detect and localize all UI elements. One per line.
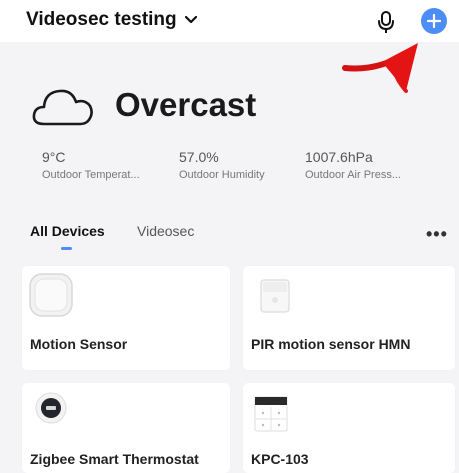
humidity-value: 57.0% <box>179 149 219 165</box>
switch-panel-icon <box>254 396 288 432</box>
device-card-pir-sensor[interactable]: PIR motion sensor HMN <box>243 266 455 370</box>
pir-sensor-icon <box>260 279 290 313</box>
weather-condition: Overcast <box>115 86 257 123</box>
thermostat-icon <box>35 392 67 424</box>
device-name: PIR motion sensor HMN <box>251 336 411 352</box>
tab-videosec[interactable]: Videosec <box>137 223 194 239</box>
temperature-value: 9°C <box>42 149 66 165</box>
annotation-arrow <box>342 43 418 93</box>
plus-icon <box>427 14 441 28</box>
tab-all-devices[interactable]: All Devices <box>30 223 105 239</box>
outdoor-humidity: 57.0% Outdoor Humidity <box>179 149 265 181</box>
motion-sensor-icon <box>29 273 73 317</box>
home-selector[interactable]: Videosec testing <box>26 9 197 31</box>
outdoor-air-pressure: 1007.6hPa Outdoor Air Press... <box>305 149 401 181</box>
chevron-down-icon <box>184 16 197 24</box>
cloud-icon <box>32 89 93 126</box>
device-name: Zigbee Smart Thermostat <box>30 451 199 467</box>
outdoor-temperature: 9°C Outdoor Temperat... <box>42 149 140 181</box>
home-name: Videosec testing <box>26 9 177 30</box>
device-name: Motion Sensor <box>30 336 128 352</box>
temperature-label: Outdoor Temperat... <box>42 169 140 181</box>
add-device-button[interactable] <box>421 8 447 34</box>
humidity-label: Outdoor Humidity <box>179 169 265 181</box>
active-tab-indicator <box>61 247 72 250</box>
microphone-icon[interactable] <box>376 10 396 34</box>
device-card-motion-sensor[interactable]: Motion Sensor <box>22 266 230 370</box>
device-name: KPC-103 <box>251 451 309 467</box>
more-options-button[interactable]: ••• <box>426 224 448 245</box>
pressure-value: 1007.6hPa <box>305 149 373 165</box>
pressure-label: Outdoor Air Press... <box>305 169 401 181</box>
